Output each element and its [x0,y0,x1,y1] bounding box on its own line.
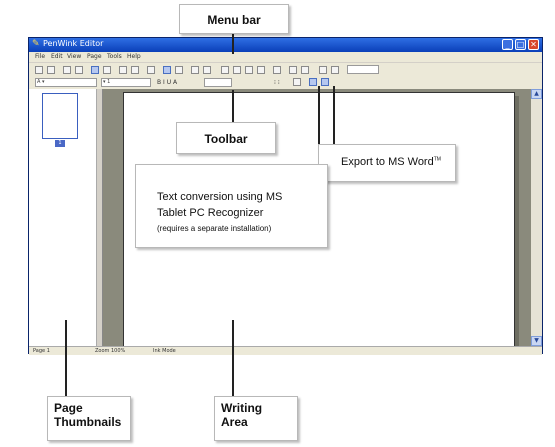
writing-area-label-line2: Area [221,415,248,429]
menu-edit[interactable]: Edit [51,52,63,62]
scroll-down-icon[interactable]: ▼ [531,336,542,346]
menu-bar-leader [232,34,234,54]
menu-file[interactable]: File [35,52,45,62]
export-callout: Export to MS WordTM [318,144,456,182]
save-icon[interactable] [63,66,71,74]
window-title: PenWink Editor [43,39,104,48]
format-buttons[interactable]: B I U A [157,78,177,87]
convert-text-icon[interactable] [309,78,317,86]
text-conversion-line1: Text conversion using MS [157,191,283,203]
thumbnails-leader [65,320,67,396]
new-icon[interactable] [35,66,43,74]
export-leader [333,86,335,146]
zoom-out-icon[interactable] [301,66,309,74]
thumbnail-pane[interactable]: 1 [29,89,97,346]
close-button[interactable]: ✕ [528,39,539,50]
size-select[interactable]: ▾ 1 [101,78,151,87]
print-icon[interactable] [75,66,83,74]
format-toolbar: A ▾ ▾ 1 B I U A ⁝ ⁝ [29,76,542,89]
title-bar[interactable]: ✎ PenWink Editor _ □ ✕ [29,38,542,52]
paste-icon[interactable] [233,66,241,74]
shape-icon[interactable] [147,66,155,74]
menu-page[interactable]: Page [87,52,102,62]
color-icon[interactable] [163,66,171,74]
page-thumbnails-callout: Page Thumbnails [47,396,131,441]
page-thumbnails-label-line2: Thumbnails [54,415,122,429]
copy-icon[interactable] [221,66,229,74]
menu-tools[interactable]: Tools [107,52,122,62]
recognize-icon[interactable] [293,78,301,86]
toolbar-leader [232,90,234,122]
next-page-icon[interactable] [331,66,339,74]
export-label-text: Export to MS Word [341,156,434,168]
thumbnail-page-number: 1 [55,140,65,147]
menu-view[interactable]: View [67,52,81,62]
minimize-button[interactable]: _ [502,39,513,50]
export-label: Export to MS WordTM [341,156,441,168]
page-icon[interactable] [257,66,265,74]
menu-help[interactable]: Help [127,52,141,62]
menu-bar-label: Menu bar [207,13,261,27]
menu-bar: File Edit View Page Tools Help [29,52,542,62]
main-toolbar [29,62,542,77]
page-thumbnails-label-line1: Page [54,401,83,415]
eraser-icon[interactable] [175,66,183,74]
writing-area-label-line1: Writing [221,401,263,415]
status-bar: Page 1 Zoom 100% Ink Mode [29,346,542,355]
zoom-in-icon[interactable] [289,66,297,74]
zoom-combo[interactable] [347,65,379,74]
menu-bar-callout: Menu bar [179,4,289,34]
writing-area-callout: Writing Area [214,396,298,441]
open-icon[interactable] [47,66,55,74]
line-width-icon[interactable] [131,66,139,74]
text-color-select[interactable] [204,78,232,87]
text-conversion-callout: Text conversion using MS Tablet PC Recog… [135,164,328,248]
page-thumbnail[interactable] [42,93,78,139]
vertical-scrollbar[interactable]: ▲ ▼ [531,89,542,346]
writing-area-leader [232,320,234,396]
text-conversion-note: (requires a separate installation) [157,224,272,233]
maximize-button[interactable]: □ [515,39,526,50]
toolbar-label: Toolbar [204,132,248,146]
status-mode: Ink Mode [153,348,176,354]
text-conversion-line2: Tablet PC Recognizer [157,207,264,219]
separator-glyphs: ⁝ ⁝ [274,79,280,86]
status-page: Page 1 [33,348,50,354]
scroll-up-icon[interactable]: ▲ [531,89,542,99]
font-select[interactable]: A ▾ [35,78,97,87]
prev-page-icon[interactable] [319,66,327,74]
status-zoom: Zoom 100% [95,348,126,354]
grid-icon[interactable] [191,66,199,74]
cut-icon[interactable] [245,66,253,74]
export-word-icon[interactable] [321,78,329,86]
toolbar-callout: Toolbar [176,122,276,154]
insert-icon[interactable] [203,66,211,74]
line-icon[interactable] [119,66,127,74]
app-icon: ✎ [32,39,40,49]
pen-icon[interactable] [91,66,99,74]
undo-icon[interactable] [273,66,281,74]
highlighter-icon[interactable] [103,66,111,74]
trademark-mark: TM [433,156,441,163]
pane-splitter[interactable] [96,89,103,346]
